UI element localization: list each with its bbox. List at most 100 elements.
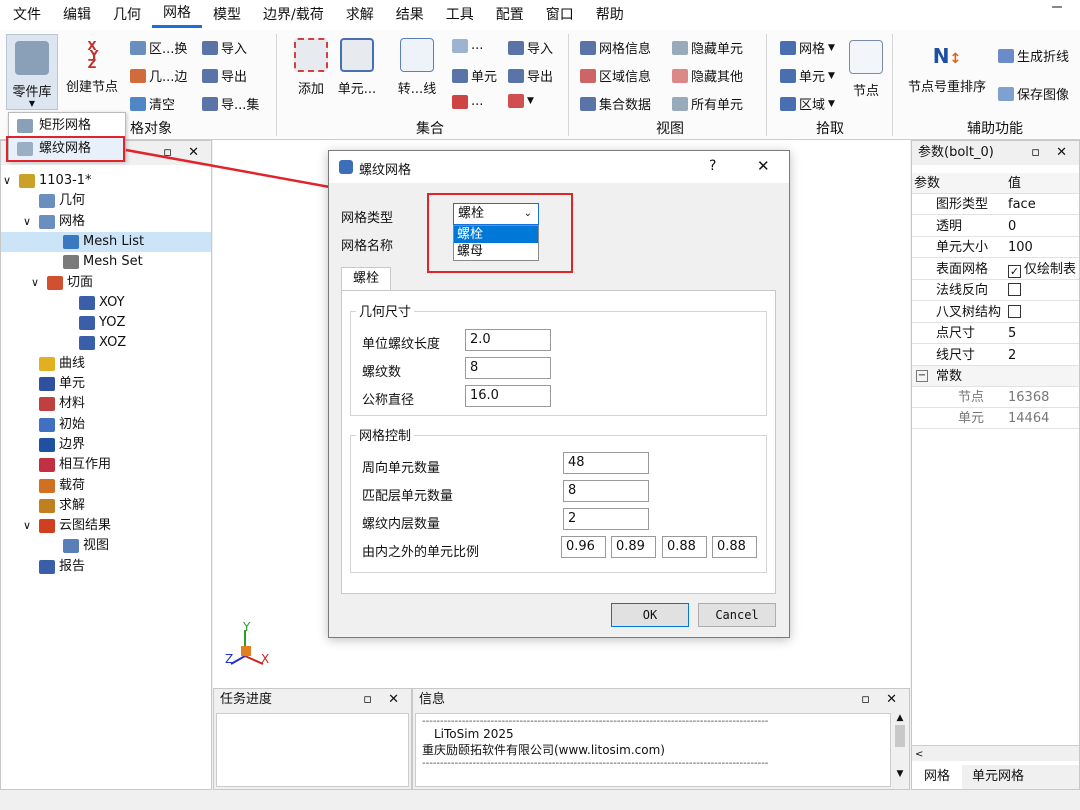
property-row[interactable]: 表面网格 ✓ 仅绘制表 bbox=[912, 259, 1079, 280]
tree-row-load-node[interactable]: 载荷 bbox=[1, 476, 211, 496]
tree-row-yoz-node[interactable]: YOZ bbox=[1, 313, 211, 333]
property-row[interactable]: 单元大小 100 bbox=[912, 237, 1079, 258]
menu-results[interactable]: 结果 bbox=[385, 2, 435, 28]
inner-layer-count-input[interactable]: 2 bbox=[563, 508, 649, 530]
tab-bolt[interactable]: 螺栓 bbox=[341, 267, 391, 291]
create-node-button[interactable]: X YZ 创建节点 bbox=[62, 40, 122, 95]
menu-config[interactable]: 配置 bbox=[485, 2, 535, 28]
tab-element-mesh[interactable]: 单元网格 bbox=[972, 765, 1024, 789]
nominal-diameter-input[interactable]: 16.0 bbox=[465, 385, 551, 407]
ok-button[interactable]: OK bbox=[611, 603, 689, 627]
set-element-button[interactable]: 单元 bbox=[452, 66, 497, 85]
panel-float-close-icons[interactable]: ▫ ✕ bbox=[163, 141, 205, 165]
tree-row-xoy-node[interactable]: XOY bbox=[1, 293, 211, 313]
menu-window[interactable]: 窗口 bbox=[535, 2, 585, 28]
import-button[interactable]: 导入 bbox=[202, 38, 247, 57]
property-value[interactable]: 5 bbox=[1008, 323, 1016, 344]
help-icon[interactable]: ? bbox=[709, 158, 716, 174]
tree-row-report-node[interactable]: 报告 bbox=[1, 557, 211, 577]
property-row[interactable]: 线尺寸 2 bbox=[912, 345, 1079, 366]
matching-layer-count-input[interactable]: 8 bbox=[563, 480, 649, 502]
constants-group-row[interactable]: − 常数 bbox=[912, 366, 1079, 387]
tree-row-mesh-set-node[interactable]: Mesh Set bbox=[1, 252, 211, 272]
property-value[interactable] bbox=[1008, 280, 1024, 301]
expand-chevron-icon[interactable]: ∨ bbox=[23, 212, 31, 232]
import-set-button[interactable]: 导...集 bbox=[202, 94, 259, 113]
menu-solve[interactable]: 求解 bbox=[335, 2, 385, 28]
tree-row-xoz-node[interactable]: XOZ bbox=[1, 333, 211, 353]
tree-row-boundary-node[interactable]: 边界 bbox=[1, 435, 211, 455]
tab-mesh[interactable]: 网格 bbox=[912, 765, 962, 789]
horizontal-scrollbar[interactable]: < bbox=[912, 745, 1079, 761]
ratio-input-4[interactable]: 0.88 bbox=[712, 536, 757, 558]
minimize-icon[interactable] bbox=[1052, 6, 1062, 8]
menu-boundary-load[interactable]: 边界/载荷 bbox=[252, 2, 335, 28]
menu-item-rect-mesh[interactable]: 矩形网格 bbox=[9, 115, 125, 137]
set-more-button[interactable]: ▼ bbox=[508, 94, 534, 108]
expand-chevron-icon[interactable]: ∨ bbox=[31, 273, 39, 293]
panel-float-close-icons[interactable]: ▫ ✕ bbox=[1031, 141, 1073, 165]
part-library-button[interactable]: 零件库 ▼ bbox=[6, 34, 58, 110]
tree-row-mesh-node[interactable]: ∨ 网格 bbox=[1, 212, 211, 232]
mesh-info-button[interactable]: 网格信息 bbox=[580, 38, 651, 57]
property-value[interactable]: ✓ 仅绘制表 bbox=[1008, 259, 1076, 280]
tree-row-contour-result-node[interactable]: ∨ 云图结果 bbox=[1, 516, 211, 536]
thread-count-input[interactable]: 8 bbox=[465, 357, 551, 379]
property-value[interactable]: face bbox=[1008, 194, 1036, 215]
checkbox[interactable] bbox=[1008, 304, 1021, 318]
set-export-button[interactable]: 导出 bbox=[508, 66, 553, 85]
all-elements-button[interactable]: 所有单元 bbox=[672, 94, 743, 113]
tree-row-model-root[interactable]: ∨ 1103-1* bbox=[1, 171, 211, 191]
tree-row-material-node[interactable]: 材料 bbox=[1, 394, 211, 414]
geometry-edge-button[interactable]: 几...边 bbox=[130, 66, 187, 85]
property-row[interactable]: 图形类型 face bbox=[912, 194, 1079, 215]
clear-button[interactable]: 清空 bbox=[130, 94, 175, 113]
hide-element-button[interactable]: 隐藏单元 bbox=[672, 38, 743, 57]
set-grid-button[interactable]: ... bbox=[452, 38, 483, 53]
property-value[interactable]: 2 bbox=[1008, 345, 1016, 366]
set-add-button[interactable]: ... bbox=[452, 94, 483, 109]
pick-element-button[interactable]: 单元 ▼ bbox=[780, 66, 835, 85]
region-convert-button[interactable]: 区...换 bbox=[130, 38, 187, 57]
pick-mesh-button[interactable]: 网格 ▼ bbox=[780, 38, 835, 57]
ratio-input-3[interactable]: 0.88 bbox=[662, 536, 707, 558]
collapse-icon[interactable]: − bbox=[916, 370, 928, 382]
menu-edit[interactable]: 编辑 bbox=[52, 2, 102, 28]
menu-tools[interactable]: 工具 bbox=[435, 2, 485, 28]
tree-row-section-node[interactable]: ∨ 切面 bbox=[1, 273, 211, 293]
tree-row-element-node[interactable]: 单元 bbox=[1, 374, 211, 394]
region-info-button[interactable]: 区域信息 bbox=[580, 66, 651, 85]
tree-row-initial-node[interactable]: 初始 bbox=[1, 415, 211, 435]
checkbox[interactable] bbox=[1008, 283, 1021, 296]
info-scrollbar[interactable]: ▲ ▼ bbox=[893, 713, 907, 787]
property-value[interactable]: 100 bbox=[1008, 237, 1033, 258]
property-row[interactable]: 法线反向 bbox=[912, 280, 1079, 301]
add-button[interactable]: 添加 bbox=[290, 38, 332, 97]
generate-polyline-button[interactable]: 生成折线 bbox=[998, 46, 1069, 65]
tree-row-mesh-list-node[interactable]: Mesh List bbox=[1, 231, 211, 252]
property-row[interactable]: 点尺寸 5 bbox=[912, 323, 1079, 344]
menu-mesh[interactable]: 网格 bbox=[152, 2, 202, 28]
panel-float-close-icons[interactable]: ▫ ✕ bbox=[861, 689, 903, 711]
save-image-button[interactable]: 保存图像 bbox=[998, 84, 1069, 103]
menu-geometry[interactable]: 几何 bbox=[102, 2, 152, 28]
expand-chevron-icon[interactable]: ∨ bbox=[23, 516, 31, 536]
expand-chevron-icon[interactable]: ∨ bbox=[3, 171, 11, 191]
tree-row-geometry-node[interactable]: 几何 bbox=[1, 191, 211, 211]
hide-others-button[interactable]: 隐藏其他 bbox=[672, 66, 743, 85]
checkbox[interactable]: ✓ bbox=[1008, 264, 1021, 278]
set-data-button[interactable]: 集合数据 bbox=[580, 94, 651, 113]
element-button[interactable]: 单元... bbox=[334, 38, 380, 97]
close-icon[interactable]: ✕ bbox=[757, 157, 770, 175]
convert-line-button[interactable]: 转...线 bbox=[394, 38, 440, 97]
pick-region-button[interactable]: 区域 ▼ bbox=[780, 94, 835, 113]
cancel-button[interactable]: Cancel bbox=[698, 603, 776, 627]
ratio-input-2[interactable]: 0.89 bbox=[611, 536, 656, 558]
property-value[interactable]: 0 bbox=[1008, 216, 1016, 237]
ratio-input-1[interactable]: 0.96 bbox=[561, 536, 606, 558]
set-import-button[interactable]: 导入 bbox=[508, 38, 553, 57]
menu-help[interactable]: 帮助 bbox=[585, 2, 635, 28]
property-row[interactable]: 透明 0 bbox=[912, 216, 1079, 237]
thread-unit-length-input[interactable]: 2.0 bbox=[465, 329, 551, 351]
tree-row-view-node[interactable]: 视图 bbox=[1, 536, 211, 556]
